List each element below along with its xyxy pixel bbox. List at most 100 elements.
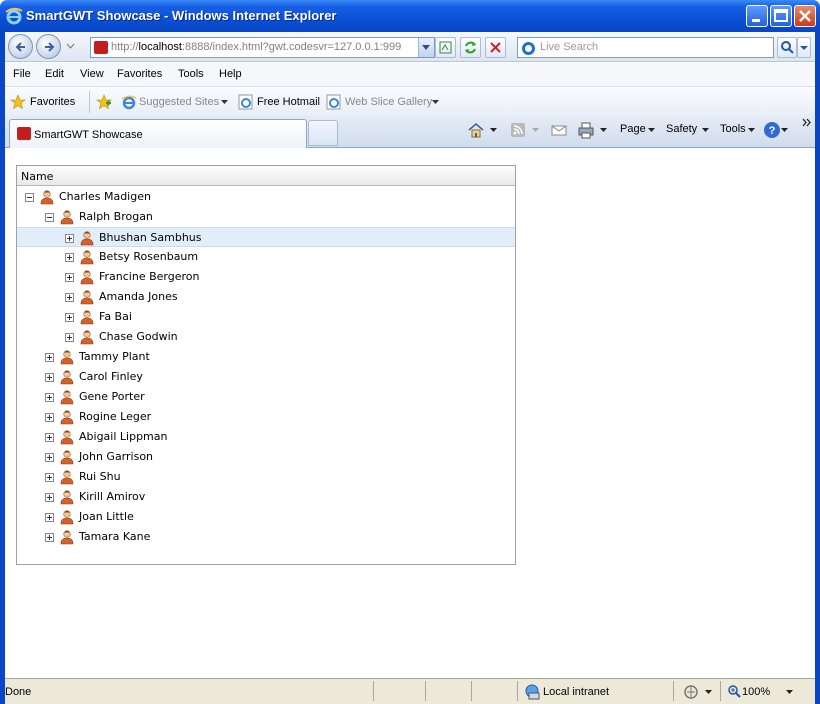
zoom-level[interactable]: 100% [742, 686, 770, 698]
person-icon [80, 231, 94, 246]
collapse-toggle-icon[interactable] [25, 193, 34, 202]
menu-file[interactable]: File [13, 68, 31, 80]
chevron-down-icon[interactable] [432, 100, 439, 105]
tree-row[interactable]: Kirill Amirov [17, 487, 515, 507]
chevron-down-icon[interactable] [781, 128, 788, 133]
menu-tools[interactable]: Tools [178, 68, 204, 80]
menu-help[interactable]: Help [219, 68, 242, 80]
forward-arrow-icon [45, 42, 55, 52]
compatibility-view-button[interactable] [435, 37, 456, 58]
tree-row[interactable]: Rui Shu [17, 467, 515, 487]
new-tab-button[interactable] [308, 120, 338, 146]
security-zone[interactable]: Local intranet [543, 686, 609, 698]
expand-toggle-icon[interactable] [45, 433, 54, 442]
tree-row[interactable]: Charles Madigen [17, 187, 515, 207]
local-intranet-icon [525, 684, 540, 700]
tree-row[interactable]: Betsy Rosenbaum [17, 247, 515, 267]
tree-row[interactable]: Chase Godwin [17, 327, 515, 347]
more-commands-icon[interactable] [802, 118, 812, 127]
address-dropdown-button[interactable] [418, 38, 434, 57]
tab-smartgwt-showcase[interactable]: SmartGWT Showcase [9, 119, 307, 148]
home-icon[interactable] [467, 121, 485, 139]
stop-button[interactable] [485, 37, 506, 58]
chevron-down-icon[interactable] [221, 100, 228, 105]
expand-toggle-icon[interactable] [65, 333, 74, 342]
back-button[interactable] [8, 34, 33, 59]
menu-favorites[interactable]: Favorites [117, 68, 162, 80]
expand-toggle-icon[interactable] [65, 253, 74, 262]
add-to-favorites-icon[interactable] [96, 94, 112, 110]
expand-toggle-icon[interactable] [45, 353, 54, 362]
forward-button[interactable] [36, 34, 61, 59]
expand-toggle-icon[interactable] [65, 293, 74, 302]
expand-toggle-icon[interactable] [45, 413, 54, 422]
refresh-button[interactable] [460, 37, 481, 58]
tree-row[interactable]: Francine Bergeron [17, 267, 515, 287]
help-icon[interactable]: ? [763, 121, 781, 139]
tree-row[interactable]: Tamara Kane [17, 527, 515, 547]
expand-toggle-icon[interactable] [45, 513, 54, 522]
read-mail-icon[interactable] [551, 122, 567, 138]
page-menu-button[interactable]: Page [620, 123, 646, 135]
chevron-down-icon [648, 128, 655, 132]
chevron-down-icon[interactable] [600, 128, 607, 133]
search-button[interactable] [777, 37, 797, 58]
minimize-button[interactable] [746, 5, 768, 27]
tree-row[interactable]: John Garrison [17, 447, 515, 467]
chevron-down-icon[interactable] [705, 690, 712, 695]
tree-row[interactable]: Fa Bai [17, 307, 515, 327]
chevron-down-icon[interactable] [532, 128, 539, 133]
safety-menu-button[interactable]: Safety [666, 123, 697, 135]
tree-row-label: Fa Bai [99, 310, 132, 323]
chevron-down-icon[interactable] [490, 128, 497, 133]
person-icon [60, 490, 74, 505]
tree-row[interactable]: Abigail Lippman [17, 427, 515, 447]
favorites-button[interactable]: Favorites [30, 96, 75, 108]
maximize-button[interactable] [770, 5, 792, 27]
tree-row[interactable]: Amanda Jones [17, 287, 515, 307]
expand-toggle-icon[interactable] [45, 373, 54, 382]
expand-toggle-icon[interactable] [45, 453, 54, 462]
tree-row[interactable]: Joan Little [17, 507, 515, 527]
column-header-name[interactable]: Name [17, 166, 515, 186]
expand-toggle-icon[interactable] [65, 234, 74, 243]
feeds-icon[interactable] [510, 122, 526, 138]
menu-edit[interactable]: Edit [45, 68, 64, 80]
tree-row[interactable]: Gene Porter [17, 387, 515, 407]
tree-row[interactable]: Bhushan Sambhus [17, 227, 515, 247]
refresh-icon [465, 41, 476, 54]
expand-toggle-icon[interactable] [65, 313, 74, 322]
employee-tree-grid[interactable]: Name Charles Madigen Ralph Brogan Bhushan … [16, 165, 516, 565]
close-window-button[interactable] [794, 5, 816, 27]
chevron-down-icon[interactable] [786, 690, 793, 695]
web-slice-gallery-link[interactable]: Web Slice Gallery [345, 96, 432, 108]
address-bar[interactable]: http://localhost:8888/index.html?gwt.cod… [90, 37, 435, 58]
free-hotmail-link[interactable]: Free Hotmail [257, 96, 320, 108]
collapse-toggle-icon[interactable] [45, 213, 54, 222]
tree-row[interactable]: Carol Finley [17, 367, 515, 387]
expand-toggle-icon[interactable] [45, 393, 54, 402]
expand-toggle-icon[interactable] [65, 273, 74, 282]
tools-menu-button[interactable]: Tools [720, 123, 746, 135]
search-options-button[interactable] [797, 37, 811, 58]
favorites-bar: Favorites Suggested Sites Free Hotmail W… [5, 88, 815, 116]
tree-row[interactable]: Ralph Brogan [17, 207, 515, 227]
window-title: SmartGWT Showcase - Windows Internet Exp… [26, 8, 337, 23]
suggested-sites-link[interactable]: Suggested Sites [139, 96, 219, 108]
expand-toggle-icon[interactable] [45, 493, 54, 502]
print-icon[interactable] [577, 121, 595, 139]
history-dropdown-icon[interactable] [66, 43, 75, 49]
protected-mode-icon[interactable] [683, 684, 699, 700]
tree-row[interactable]: Rogine Leger [17, 407, 515, 427]
expand-toggle-icon[interactable] [45, 473, 54, 482]
tree-row[interactable]: Tammy Plant [17, 347, 515, 367]
column-header-label: Name [21, 170, 54, 183]
search-box[interactable]: Live Search [517, 37, 774, 58]
menu-bar: File Edit View Favorites Tools Help [5, 63, 815, 87]
menu-view[interactable]: View [80, 68, 104, 80]
expand-toggle-icon[interactable] [45, 533, 54, 542]
favbar-divider [89, 91, 90, 113]
zoom-icon[interactable] [727, 684, 741, 698]
compatibility-icon [439, 41, 452, 54]
person-icon [60, 430, 74, 445]
